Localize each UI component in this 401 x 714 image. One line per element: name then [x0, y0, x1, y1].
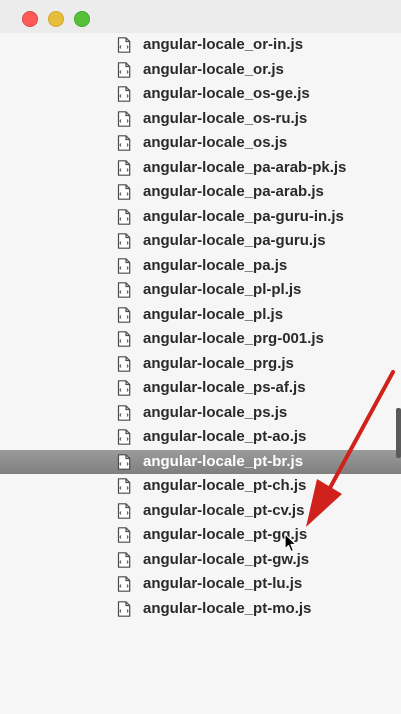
- file-name: angular-locale_prg-001.js: [143, 330, 324, 347]
- file-row[interactable]: angular-locale_pt-br.js: [0, 449, 401, 474]
- file-row[interactable]: angular-locale_pa-arab-pk.js: [0, 156, 401, 181]
- file-row[interactable]: angular-locale_os-ru.js: [0, 107, 401, 132]
- document-icon: [117, 404, 131, 421]
- document-icon: [117, 527, 131, 543]
- file-row[interactable]: angular-locale_pa-arab.js: [0, 180, 401, 205]
- document-icon: [117, 453, 131, 470]
- file-row[interactable]: angular-locale_or.js: [0, 58, 401, 83]
- document-icon: [117, 233, 131, 249]
- file-row[interactable]: angular-locale_pt-cv.js: [0, 499, 401, 524]
- document-icon: [117, 184, 131, 200]
- document-icon: [117, 502, 131, 519]
- file-row[interactable]: angular-locale_ps.js: [0, 401, 401, 426]
- file-name: angular-locale_pl.js: [143, 305, 284, 323]
- file-name: angular-locale_pa-guru-in.js: [143, 207, 344, 225]
- document-icon: [117, 208, 131, 225]
- file-list: angular-locale_or-in.js angular-locale_or…: [0, 33, 401, 714]
- document-icon: [117, 380, 131, 396]
- file-row[interactable]: angular-locale_pa.js: [0, 254, 401, 279]
- minimize-window-icon[interactable]: [48, 11, 64, 27]
- document-icon: [117, 355, 131, 372]
- file-name: angular-locale_pa-arab-pk.js: [143, 158, 347, 176]
- file-name: angular-locale_pt-lu.js: [143, 575, 303, 592]
- file-name: angular-locale_pl-pl.js: [143, 281, 302, 298]
- file-row[interactable]: angular-locale_or-in.js: [0, 33, 401, 58]
- file-row[interactable]: angular-locale_pt-mo.js: [0, 597, 401, 622]
- file-name: angular-locale_os-ge.js: [143, 85, 310, 102]
- document-icon: [117, 37, 131, 53]
- file-name: angular-locale_pa-arab.js: [143, 183, 324, 200]
- document-icon: [117, 282, 131, 298]
- document-icon: [117, 576, 131, 592]
- file-row[interactable]: angular-locale_os-ge.js: [0, 82, 401, 107]
- file-name: angular-locale_pt-ao.js: [143, 428, 307, 445]
- file-row[interactable]: angular-locale_prg.js: [0, 352, 401, 377]
- file-row[interactable]: angular-locale_pl.js: [0, 303, 401, 328]
- document-icon: [117, 135, 131, 151]
- file-name: angular-locale_pt-br.js: [143, 452, 304, 470]
- finder-window: angular-locale_or-in.js angular-locale_or…: [0, 0, 401, 714]
- file-name: angular-locale_pt-gq.js: [143, 526, 308, 543]
- file-name: angular-locale_ps.js: [143, 403, 288, 421]
- file-row[interactable]: angular-locale_prg-001.js: [0, 327, 401, 352]
- document-icon: [117, 110, 131, 127]
- document-icon: [117, 429, 131, 445]
- scrollbar-thumb[interactable]: [396, 408, 401, 458]
- file-row[interactable]: angular-locale_pt-gw.js: [0, 548, 401, 573]
- document-icon: [117, 478, 131, 494]
- document-icon: [117, 86, 131, 102]
- close-window-icon[interactable]: [22, 11, 38, 27]
- title-bar: [0, 0, 401, 34]
- file-row[interactable]: angular-locale_pa-guru.js: [0, 229, 401, 254]
- file-row[interactable]: angular-locale_pt-gq.js: [0, 523, 401, 548]
- file-name: angular-locale_or-in.js: [143, 36, 304, 53]
- file-name: angular-locale_pt-ch.js: [143, 477, 307, 494]
- document-icon: [117, 551, 131, 568]
- file-row[interactable]: angular-locale_pt-lu.js: [0, 572, 401, 597]
- file-name: angular-locale_os-ru.js: [143, 109, 308, 127]
- file-name: angular-locale_prg.js: [143, 354, 294, 372]
- file-name: angular-locale_pt-mo.js: [143, 599, 312, 617]
- document-icon: [117, 331, 131, 347]
- file-name: angular-locale_or.js: [143, 60, 284, 78]
- file-name: angular-locale_os.js: [143, 134, 288, 151]
- file-row[interactable]: angular-locale_pl-pl.js: [0, 278, 401, 303]
- file-name: angular-locale_pa.js: [143, 256, 288, 274]
- file-row[interactable]: angular-locale_pt-ch.js: [0, 474, 401, 499]
- file-name: angular-locale_pt-cv.js: [143, 501, 305, 519]
- file-row[interactable]: angular-locale_pa-guru-in.js: [0, 205, 401, 230]
- mouse-cursor-icon: [284, 533, 297, 553]
- file-row[interactable]: angular-locale_pt-ao.js: [0, 425, 401, 450]
- file-row[interactable]: angular-locale_ps-af.js: [0, 376, 401, 401]
- document-icon: [117, 600, 131, 617]
- document-icon: [117, 159, 131, 176]
- file-name: angular-locale_ps-af.js: [143, 379, 306, 396]
- file-row[interactable]: angular-locale_os.js: [0, 131, 401, 156]
- file-name: angular-locale_pa-guru.js: [143, 232, 326, 249]
- document-icon: [117, 306, 131, 323]
- file-name: angular-locale_pt-gw.js: [143, 550, 310, 568]
- zoom-window-icon[interactable]: [74, 11, 90, 27]
- document-icon: [117, 61, 131, 78]
- document-icon: [117, 257, 131, 274]
